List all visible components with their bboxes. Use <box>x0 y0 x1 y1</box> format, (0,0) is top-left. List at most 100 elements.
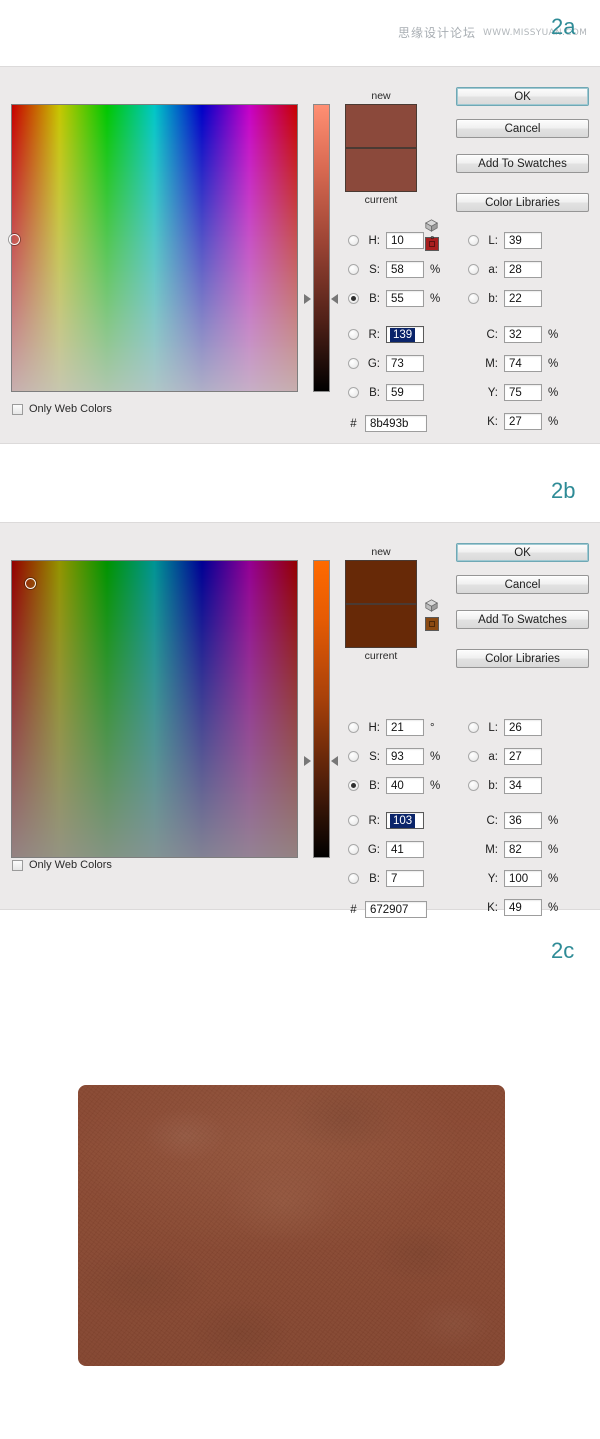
brightness-slider-handle-right[interactable] <box>331 294 338 304</box>
hex-input[interactable]: 8b493b <box>365 415 427 432</box>
blue-radio[interactable] <box>348 387 359 398</box>
green-radio[interactable] <box>348 844 359 855</box>
lab-a-input[interactable]: 27 <box>504 748 542 765</box>
red-input[interactable]: 103 <box>386 812 424 829</box>
field-row-red[interactable]: R: 139 <box>348 325 424 344</box>
lab-l-input[interactable]: 26 <box>504 719 542 736</box>
field-row-hue[interactable]: H: 10 ° <box>348 231 435 250</box>
field-row-red[interactable]: R: 103 <box>348 811 424 830</box>
lab-a-input[interactable]: 28 <box>504 261 542 278</box>
field-row-green[interactable]: G: 73 <box>348 354 424 373</box>
field-row-black[interactable]: K: 49 % <box>468 898 558 917</box>
saturation-radio[interactable] <box>348 264 359 275</box>
only-web-colors-checkbox[interactable] <box>12 403 23 415</box>
current-color-swatch[interactable] <box>345 148 417 192</box>
field-row-lab-a[interactable]: a: 27 <box>468 747 542 766</box>
hue-input[interactable]: 10 <box>386 232 424 249</box>
lab-l-radio[interactable] <box>468 722 479 733</box>
red-radio[interactable] <box>348 815 359 826</box>
lab-b-input[interactable]: 22 <box>504 290 542 307</box>
new-color-swatch[interactable] <box>345 104 417 148</box>
lab-l-radio[interactable] <box>468 235 479 246</box>
brightness-slider[interactable] <box>313 104 330 392</box>
lab-b-input[interactable]: 34 <box>504 777 542 794</box>
green-input[interactable]: 41 <box>386 841 424 858</box>
brightness-slider[interactable] <box>313 560 330 858</box>
hue-input[interactable]: 21 <box>386 719 424 736</box>
magenta-input[interactable]: 82 <box>504 841 542 858</box>
field-row-magenta[interactable]: M: 74 % <box>468 354 558 373</box>
field-row-green[interactable]: G: 41 <box>348 840 424 859</box>
black-input[interactable]: 49 <box>504 899 542 916</box>
yellow-input[interactable]: 75 <box>504 384 542 401</box>
field-row-brightness[interactable]: B: 55 % <box>348 289 440 308</box>
magenta-input[interactable]: 74 <box>504 355 542 372</box>
brightness-input[interactable]: 55 <box>386 290 424 307</box>
lab-a-radio[interactable] <box>468 751 479 762</box>
field-row-blue[interactable]: B: 59 <box>348 383 424 402</box>
new-color-swatch[interactable] <box>345 560 417 604</box>
field-row-hex[interactable]: # 672907 <box>348 900 427 919</box>
field-row-lab-b[interactable]: b: 34 <box>468 776 542 795</box>
brightness-slider-handle-right[interactable] <box>331 756 338 766</box>
field-row-lab-b[interactable]: b: 22 <box>468 289 542 308</box>
yellow-input[interactable]: 100 <box>504 870 542 887</box>
brightness-radio[interactable] <box>348 780 359 791</box>
web-safe-color-swatch[interactable] <box>425 617 439 631</box>
hex-input[interactable]: 672907 <box>365 901 427 918</box>
green-radio[interactable] <box>348 358 359 369</box>
brightness-input[interactable]: 40 <box>386 777 424 794</box>
field-row-brightness[interactable]: B: 40 % <box>348 776 440 795</box>
ok-button[interactable]: OK <box>456 543 589 562</box>
black-input[interactable]: 27 <box>504 413 542 430</box>
lab-l-input[interactable]: 39 <box>504 232 542 249</box>
color-libraries-button[interactable]: Color Libraries <box>456 649 589 668</box>
cyan-input[interactable]: 32 <box>504 326 542 343</box>
ok-button[interactable]: OK <box>456 87 589 106</box>
blue-input[interactable]: 59 <box>386 384 424 401</box>
hue-radio[interactable] <box>348 235 359 246</box>
cyan-input[interactable]: 36 <box>504 812 542 829</box>
red-radio[interactable] <box>348 329 359 340</box>
only-web-colors-row[interactable]: Only Web Colors <box>12 859 112 871</box>
blue-input[interactable]: 7 <box>386 870 424 887</box>
cancel-button[interactable]: Cancel <box>456 119 589 138</box>
add-to-swatches-button[interactable]: Add To Swatches <box>456 610 589 629</box>
field-row-saturation[interactable]: S: 58 % <box>348 260 440 279</box>
field-row-magenta[interactable]: M: 82 % <box>468 840 558 859</box>
field-row-cyan[interactable]: C: 32 % <box>468 325 558 344</box>
out-of-gamut-warning-icon[interactable] <box>425 599 438 612</box>
blue-radio[interactable] <box>348 873 359 884</box>
brightness-slider-handle-left[interactable] <box>304 756 311 766</box>
only-web-colors-row[interactable]: Only Web Colors <box>12 403 112 415</box>
field-row-lab-l[interactable]: L: 39 <box>468 231 542 250</box>
saturation-input[interactable]: 58 <box>386 261 424 278</box>
color-field-saturation-brightness[interactable] <box>11 560 298 858</box>
field-row-hex[interactable]: # 8b493b <box>348 414 427 433</box>
lab-a-radio[interactable] <box>468 264 479 275</box>
red-input[interactable]: 139 <box>386 326 424 343</box>
field-row-black[interactable]: K: 27 % <box>468 412 558 431</box>
add-to-swatches-button[interactable]: Add To Swatches <box>456 154 589 173</box>
brightness-radio[interactable] <box>348 293 359 304</box>
hue-radio[interactable] <box>348 722 359 733</box>
brightness-slider-handle-left[interactable] <box>304 294 311 304</box>
green-input[interactable]: 73 <box>386 355 424 372</box>
field-row-lab-a[interactable]: a: 28 <box>468 260 542 279</box>
saturation-radio[interactable] <box>348 751 359 762</box>
field-row-lab-l[interactable]: L: 26 <box>468 718 542 737</box>
field-row-saturation[interactable]: S: 93 % <box>348 747 440 766</box>
field-row-cyan[interactable]: C: 36 % <box>468 811 558 830</box>
field-row-hue[interactable]: H: 21 ° <box>348 718 435 737</box>
color-field-saturation-brightness[interactable] <box>9 104 298 392</box>
field-row-yellow[interactable]: Y: 75 % <box>468 383 558 402</box>
current-color-swatch[interactable] <box>345 604 417 648</box>
lab-b-radio[interactable] <box>468 293 479 304</box>
cancel-button[interactable]: Cancel <box>456 575 589 594</box>
saturation-input[interactable]: 93 <box>386 748 424 765</box>
only-web-colors-checkbox[interactable] <box>12 859 23 871</box>
lab-b-radio[interactable] <box>468 780 479 791</box>
field-row-yellow[interactable]: Y: 100 % <box>468 869 558 888</box>
field-row-blue[interactable]: B: 7 <box>348 869 424 888</box>
color-libraries-button[interactable]: Color Libraries <box>456 193 589 212</box>
